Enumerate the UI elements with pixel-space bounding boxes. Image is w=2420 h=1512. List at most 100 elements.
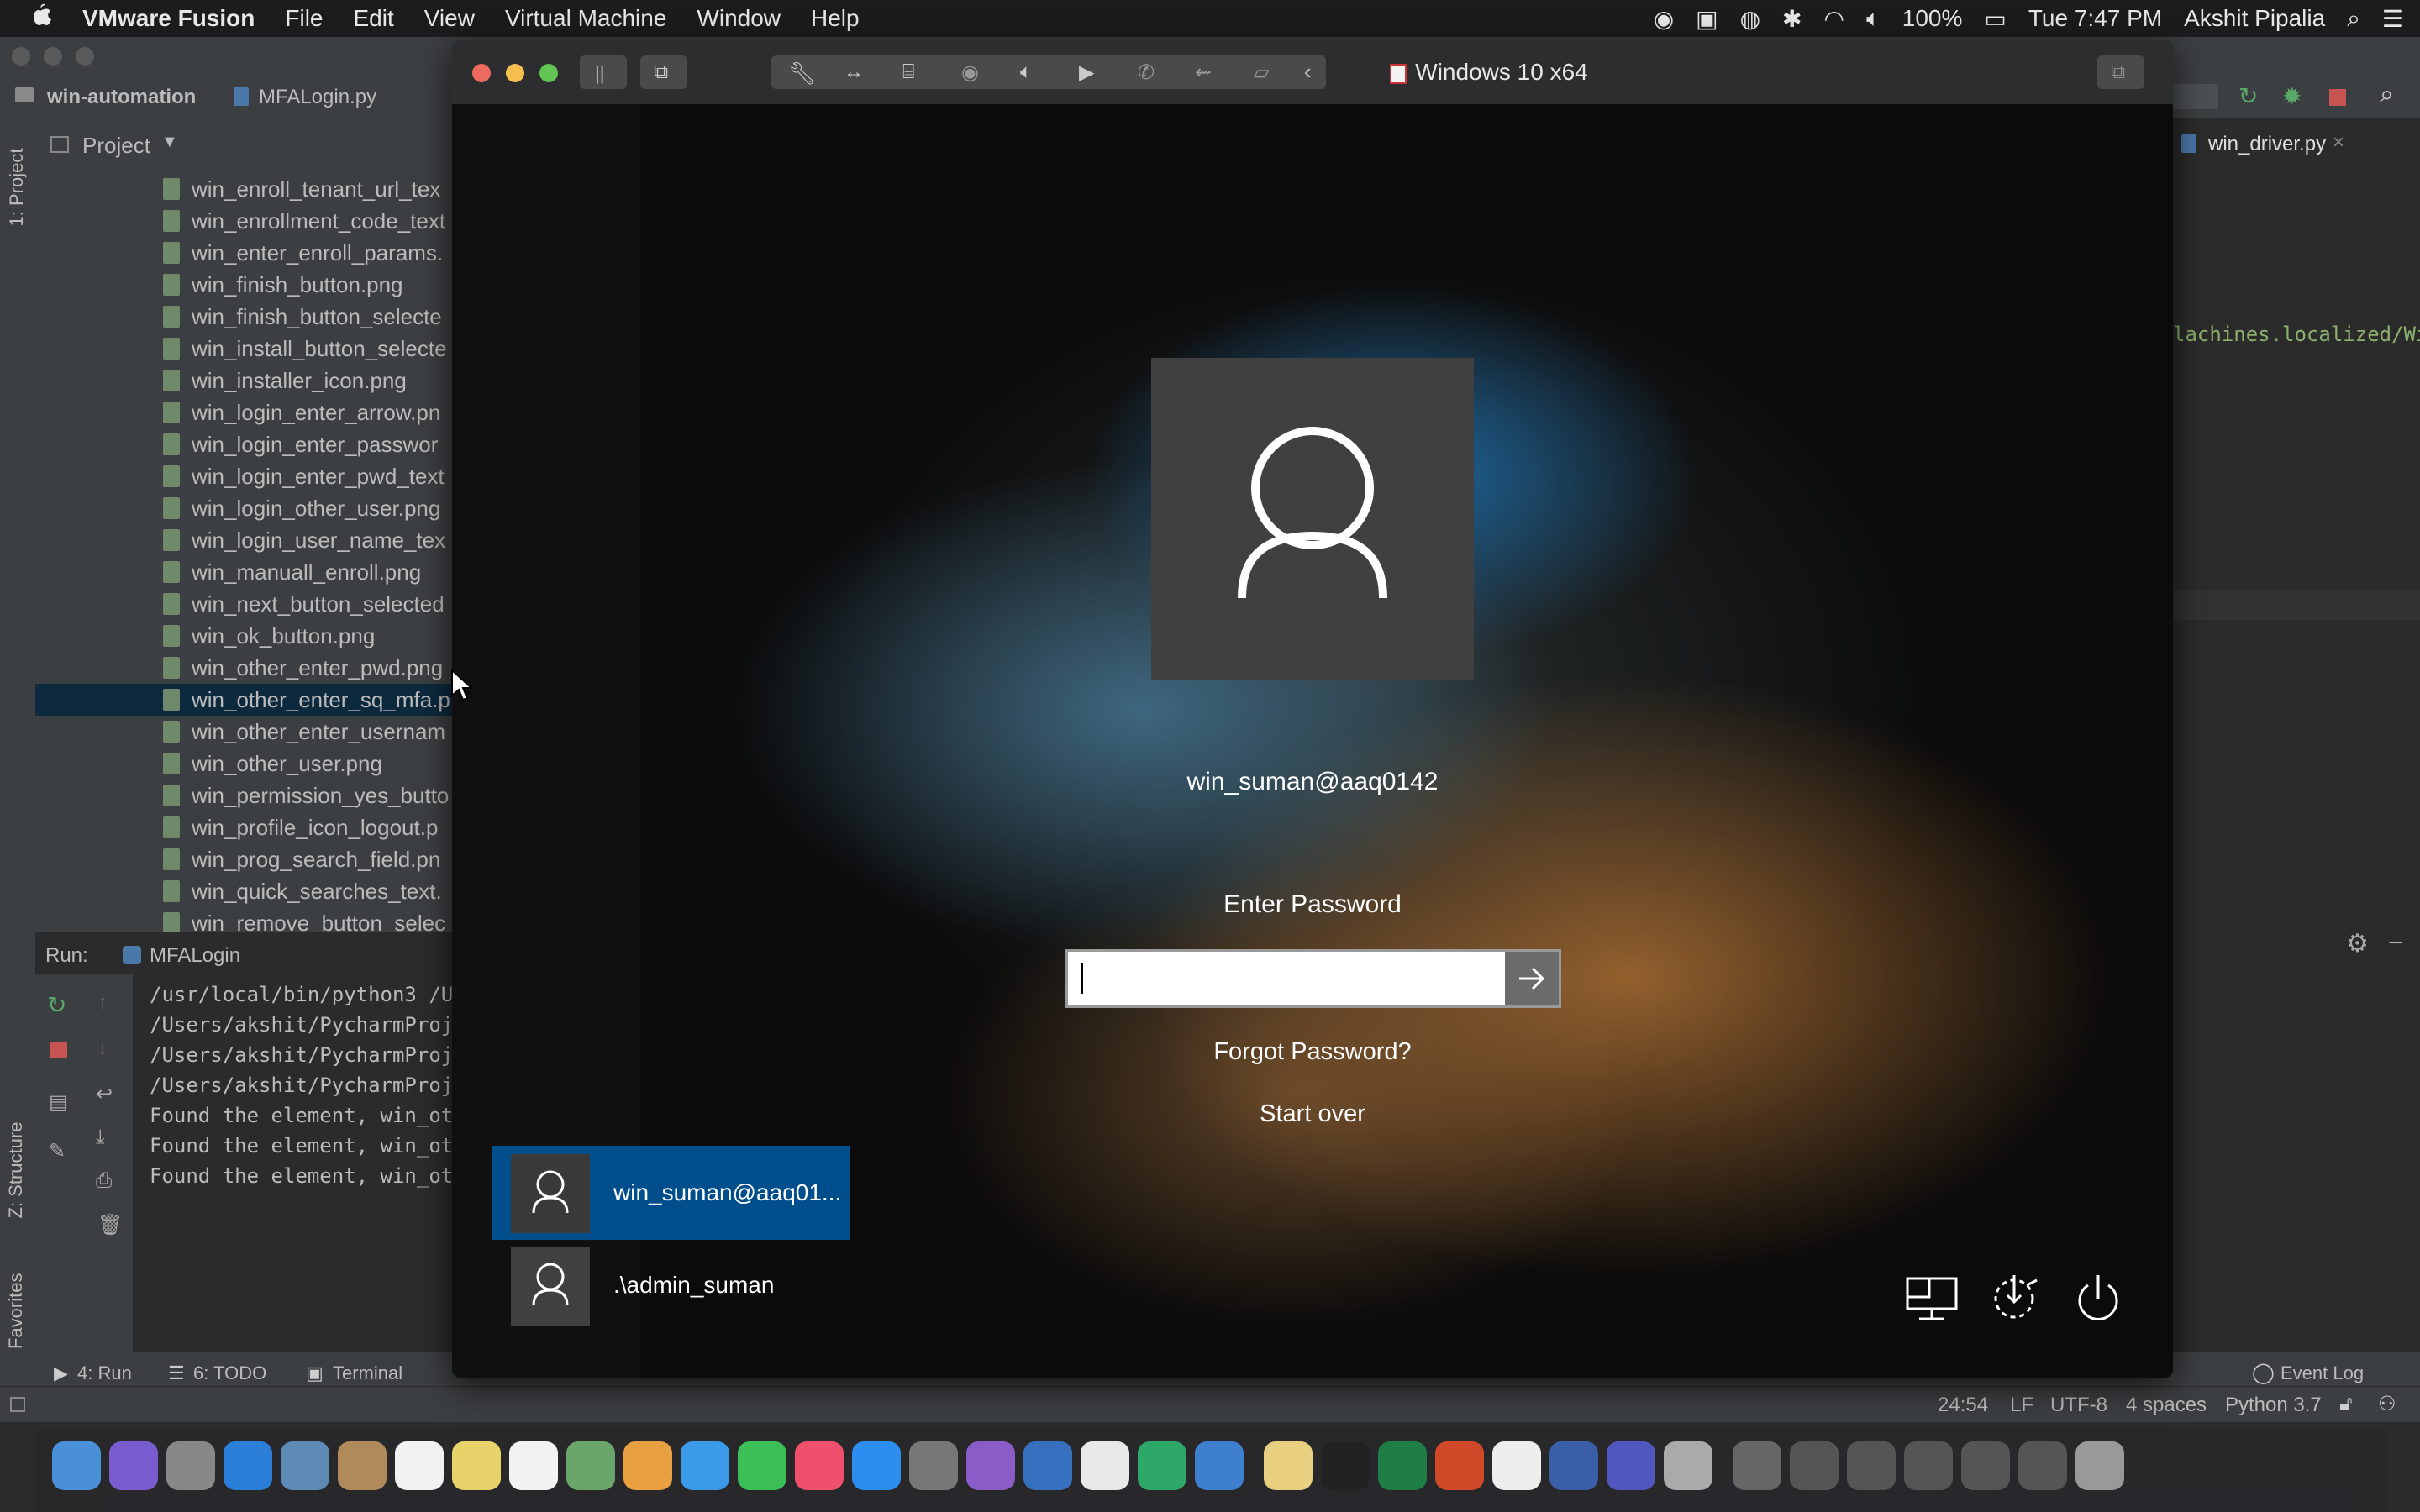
menu-clock[interactable]: Tue 7:47 PM bbox=[2028, 5, 2162, 32]
bottom-tab-todo[interactable]: 6: TODO bbox=[193, 1362, 266, 1384]
facetime-icon[interactable] bbox=[738, 1441, 786, 1490]
project-file-item[interactable]: win_other_enter_pwd.png bbox=[192, 652, 443, 684]
menu-view[interactable]: View bbox=[409, 5, 490, 32]
volume-icon[interactable]: 🔈︎ bbox=[1866, 5, 1881, 33]
rerun-button[interactable]: ↻ bbox=[47, 991, 66, 1019]
layout-icon[interactable]: ▤ bbox=[49, 1090, 68, 1115]
window-thumb-icon[interactable] bbox=[1961, 1441, 2010, 1490]
app-menu[interactable]: VMware Fusion bbox=[67, 5, 270, 32]
window-thumb-icon[interactable] bbox=[1790, 1441, 1839, 1490]
rocket-icon[interactable] bbox=[1664, 1441, 1712, 1490]
project-file-item[interactable]: win_enroll_tenant_url_tex bbox=[192, 173, 440, 205]
stickies-icon[interactable] bbox=[1264, 1441, 1313, 1490]
textedit-icon[interactable] bbox=[1492, 1441, 1541, 1490]
screenshot-icon[interactable] bbox=[1733, 1441, 1781, 1490]
window-thumb-icon[interactable] bbox=[1904, 1441, 1953, 1490]
record-icon[interactable]: ◉ bbox=[1654, 5, 1674, 33]
safari-icon[interactable] bbox=[224, 1441, 272, 1490]
ide-minimize-button[interactable] bbox=[44, 47, 62, 66]
spotlight-icon[interactable]: ⌕ bbox=[2347, 5, 2360, 33]
vmware-status-icon[interactable]: ▣ bbox=[1696, 5, 1718, 33]
powerpoint-icon[interactable] bbox=[1435, 1441, 1484, 1490]
status-toggle-icon[interactable] bbox=[10, 1397, 25, 1412]
status-caret-position[interactable]: 24:54 bbox=[1938, 1394, 1988, 1417]
teams-icon[interactable] bbox=[1607, 1441, 1655, 1490]
stop-icon[interactable] bbox=[2329, 89, 2346, 106]
project-file-item[interactable]: win_manuall_enroll.png bbox=[192, 556, 421, 588]
terminal-icon[interactable] bbox=[1321, 1441, 1370, 1490]
menu-window[interactable]: Window bbox=[681, 5, 796, 32]
messages-icon[interactable] bbox=[681, 1441, 729, 1490]
menu-file[interactable]: File bbox=[270, 5, 338, 32]
project-file-item[interactable]: win_enter_enroll_params. bbox=[192, 237, 443, 269]
project-file-item[interactable]: win_ok_button.png bbox=[192, 620, 375, 652]
calendar-icon[interactable] bbox=[395, 1441, 444, 1490]
trash-icon[interactable] bbox=[2075, 1441, 2124, 1490]
project-file-item[interactable]: win_other_user.png bbox=[192, 748, 382, 780]
vpn-icon[interactable] bbox=[966, 1441, 1015, 1490]
start-over-link[interactable]: Start over bbox=[1040, 1100, 1585, 1128]
globe-icon[interactable]: ◍ bbox=[1740, 5, 1760, 33]
project-file-item[interactable]: win_login_user_name_tex bbox=[192, 524, 445, 556]
project-file-item[interactable]: win_login_other_user.png bbox=[192, 492, 440, 524]
project-file-item[interactable]: win_login_enter_passwor bbox=[192, 428, 438, 460]
scroll-down-icon[interactable]: ↓ bbox=[97, 1037, 108, 1060]
edge-icon[interactable] bbox=[1195, 1441, 1244, 1490]
project-file-item[interactable]: win_finish_button.png bbox=[192, 269, 403, 301]
window-thumb-icon[interactable] bbox=[1847, 1441, 1896, 1490]
scroll-up-icon[interactable]: ↑ bbox=[97, 991, 108, 1015]
unity-view-button[interactable]: ⧉ bbox=[2097, 55, 2144, 89]
project-file-item[interactable]: win_login_enter_arrow.pn bbox=[192, 396, 440, 428]
run-tab-mfalogin[interactable]: MFALogin bbox=[150, 944, 240, 968]
reminders-icon[interactable] bbox=[509, 1441, 558, 1490]
close-icon[interactable]: × bbox=[2333, 131, 2344, 155]
run-config-dropdown[interactable] bbox=[2168, 84, 2218, 109]
launchpad-icon[interactable] bbox=[166, 1441, 215, 1490]
project-file-item[interactable]: win_profile_icon_logout.p bbox=[192, 811, 438, 843]
bluetooth-icon[interactable]: ✱ bbox=[1782, 5, 1802, 33]
editor-tab-win-driver[interactable]: win_driver.py bbox=[2208, 133, 2326, 156]
bottom-tab-terminal[interactable]: Terminal bbox=[333, 1362, 402, 1384]
siri-icon[interactable] bbox=[109, 1441, 158, 1490]
code-line[interactable]: lachines.localized/Wi bbox=[2173, 323, 2420, 346]
forgot-password-link[interactable]: Forgot Password? bbox=[1040, 1038, 1585, 1066]
rerun-icon[interactable]: ↻ bbox=[2238, 82, 2258, 110]
status-line-separator[interactable]: LF bbox=[2010, 1394, 2033, 1417]
project-file-item[interactable]: win_quick_searches_text. bbox=[192, 875, 442, 907]
project-file-item[interactable]: win_next_button_selected bbox=[192, 588, 445, 620]
inspector-icon[interactable]: ⚇ bbox=[2378, 1392, 2396, 1416]
status-interpreter[interactable]: Python 3.7 bbox=[2225, 1394, 2322, 1417]
ease-of-access-icon[interactable] bbox=[1985, 1268, 2044, 1327]
preview-icon[interactable] bbox=[281, 1441, 329, 1490]
minimize-panel-icon[interactable]: − bbox=[2388, 929, 2403, 958]
project-file-item[interactable]: win_other_enter_usernam bbox=[192, 716, 445, 748]
excel-icon[interactable] bbox=[1378, 1441, 1427, 1490]
breadcrumb-file[interactable]: MFALogin.py bbox=[259, 86, 376, 109]
event-log-tab[interactable]: Event Log bbox=[2281, 1362, 2364, 1384]
trash-icon[interactable]: 🗑︎ bbox=[97, 1213, 123, 1237]
submit-password-button[interactable] bbox=[1505, 952, 1559, 1005]
project-file-item[interactable]: win_install_button_selecte bbox=[192, 333, 447, 365]
apple-icon[interactable] bbox=[0, 3, 67, 34]
stop-button[interactable] bbox=[50, 1042, 67, 1058]
wifi-icon[interactable]: ◠ bbox=[1824, 5, 1844, 33]
project-file-item[interactable]: win_login_enter_pwd_text bbox=[192, 460, 445, 492]
soft-wrap-icon[interactable]: ↩ bbox=[96, 1082, 113, 1106]
project-file-item[interactable]: win_other_enter_sq_mfa.p bbox=[192, 684, 450, 716]
pycharm-icon[interactable] bbox=[1138, 1441, 1186, 1490]
menu-user[interactable]: Akshit Pipalia bbox=[2184, 5, 2325, 32]
network-icon[interactable] bbox=[1902, 1268, 1961, 1327]
project-file-item[interactable]: win_enrollment_code_text bbox=[192, 205, 445, 237]
system-preferences-icon[interactable] bbox=[909, 1441, 958, 1490]
project-file-item[interactable]: win_prog_search_field.pn bbox=[192, 843, 440, 875]
gear-icon[interactable]: ⚙ bbox=[2346, 929, 2369, 958]
menu-help[interactable]: Help bbox=[796, 5, 875, 32]
password-input[interactable] bbox=[1068, 952, 1505, 1005]
project-view-label[interactable]: Project bbox=[82, 133, 150, 159]
chevron-down-icon[interactable]: ▼ bbox=[161, 133, 178, 152]
ide-zoom-button[interactable] bbox=[76, 47, 94, 66]
bbedit-icon[interactable] bbox=[1549, 1441, 1598, 1490]
side-tab-project[interactable]: 1: Project bbox=[6, 137, 28, 238]
project-file-item[interactable]: win_finish_button_selecte bbox=[192, 301, 442, 333]
photos-icon[interactable] bbox=[623, 1441, 672, 1490]
